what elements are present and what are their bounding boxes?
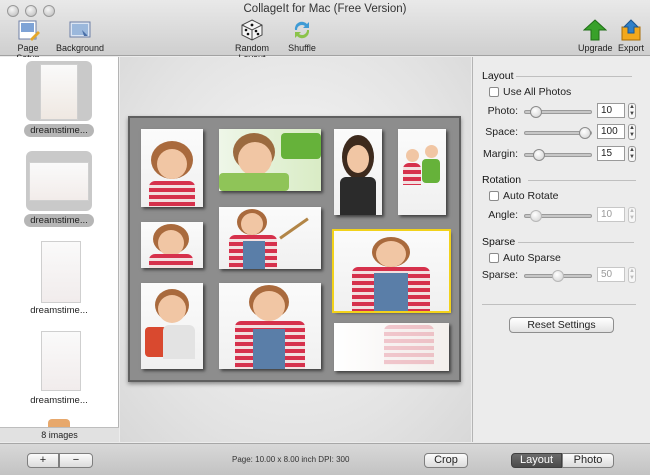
space-label: Space: bbox=[485, 126, 518, 138]
space-stepper[interactable]: ▲ ▼ bbox=[628, 124, 636, 140]
margin-field[interactable]: 15 bbox=[597, 146, 625, 161]
title-toolbar: CollageIt for Mac (Free Version) Page Se… bbox=[0, 0, 650, 63]
shuffle-button[interactable]: Shuffle bbox=[287, 19, 317, 53]
crop-button[interactable]: Crop bbox=[424, 453, 468, 468]
upgrade-label: Upgrade bbox=[578, 43, 613, 53]
collage-photo[interactable] bbox=[334, 323, 449, 371]
sparse-label: Sparse: bbox=[481, 269, 518, 281]
background-icon bbox=[68, 19, 92, 41]
background-label: Background bbox=[56, 43, 105, 53]
section-divider bbox=[518, 242, 634, 243]
thumbnail-frame bbox=[26, 61, 92, 121]
angle-field[interactable]: 10 bbox=[597, 207, 625, 222]
thumbnail-image bbox=[29, 162, 89, 201]
auto-sparse-label: Auto Sparse bbox=[503, 252, 561, 264]
thumbnail-frame bbox=[26, 241, 92, 303]
section-divider bbox=[516, 76, 632, 77]
margin-stepper[interactable]: ▲ ▼ bbox=[628, 146, 636, 162]
thumbnail-frame bbox=[26, 151, 92, 211]
collage-photo[interactable] bbox=[219, 283, 321, 369]
shuffle-icon bbox=[290, 19, 314, 41]
sparse-heading: Sparse bbox=[482, 236, 516, 248]
photo-thumbnail[interactable]: dreamstime... bbox=[24, 61, 94, 137]
upgrade-button[interactable]: Upgrade bbox=[578, 19, 613, 53]
collage-photo[interactable] bbox=[219, 129, 321, 191]
thumbnail-label: dreamstime... bbox=[30, 305, 88, 316]
tab-photo[interactable]: Photo bbox=[562, 453, 614, 468]
space-field[interactable]: 100 bbox=[597, 124, 625, 139]
sparse-slider[interactable] bbox=[524, 270, 592, 282]
auto-sparse-checkbox[interactable] bbox=[489, 253, 499, 263]
tab-layout[interactable]: Layout bbox=[511, 453, 562, 468]
thumbnail-label: dreamstime... bbox=[24, 124, 94, 137]
section-divider bbox=[528, 180, 636, 181]
photo-slider[interactable] bbox=[524, 106, 592, 118]
export-label: Export bbox=[617, 43, 644, 53]
photo-thumbnail[interactable]: dreamstime... bbox=[24, 331, 94, 407]
collage-photo[interactable] bbox=[141, 283, 203, 369]
collage-photo-selected[interactable] bbox=[332, 229, 451, 313]
use-all-photos-checkbox[interactable] bbox=[489, 87, 499, 97]
reset-settings-button[interactable]: Reset Settings bbox=[509, 317, 614, 333]
rotation-heading: Rotation bbox=[482, 174, 522, 186]
thumbnail-label: dreamstime... bbox=[24, 214, 94, 227]
photo-thumbnail[interactable]: dreamstime... bbox=[24, 151, 94, 227]
sparse-stepper[interactable]: ▲ ▼ bbox=[628, 267, 636, 283]
photo-list-sidebar[interactable]: dreamstime... dreamstime... dreamstime..… bbox=[0, 57, 119, 442]
thumbnail-label: dreamstime... bbox=[30, 395, 88, 406]
section-divider bbox=[482, 304, 636, 305]
dice-icon bbox=[240, 19, 264, 41]
layout-heading: Layout bbox=[482, 70, 514, 82]
window-title: CollageIt for Mac (Free Version) bbox=[243, 3, 407, 15]
angle-label: Angle: bbox=[488, 209, 518, 221]
thumbnail-image bbox=[41, 331, 81, 391]
thumbnail-frame bbox=[26, 331, 92, 391]
thumbnail-image bbox=[41, 241, 81, 303]
thumbnail-image bbox=[48, 419, 70, 427]
collage-canvas[interactable] bbox=[128, 116, 461, 382]
sparse-slider-knob[interactable] bbox=[552, 270, 564, 282]
remove-photo-button[interactable]: − bbox=[59, 453, 93, 468]
space-slider[interactable] bbox=[524, 127, 592, 139]
shuffle-label: Shuffle bbox=[288, 43, 316, 53]
export-icon bbox=[619, 19, 643, 41]
sparse-field[interactable]: 50 bbox=[597, 267, 625, 282]
background-button[interactable]: Background bbox=[56, 19, 104, 53]
margin-slider[interactable] bbox=[524, 149, 592, 161]
thumbnail-image bbox=[40, 64, 78, 120]
auto-rotate-label: Auto Rotate bbox=[503, 190, 559, 202]
collage-photo[interactable] bbox=[219, 207, 321, 269]
page-setup-icon bbox=[16, 19, 40, 41]
angle-stepper[interactable]: ▲ ▼ bbox=[628, 207, 636, 223]
collage-photo[interactable] bbox=[398, 129, 446, 215]
add-photo-button[interactable]: + bbox=[27, 453, 59, 468]
image-count: 8 images bbox=[0, 427, 119, 442]
collage-photo[interactable] bbox=[334, 129, 382, 215]
photo-stepper[interactable]: ▲ ▼ bbox=[628, 103, 636, 119]
margin-slider-knob[interactable] bbox=[533, 149, 546, 161]
photo-label: Photo: bbox=[487, 105, 518, 117]
photo-thumbnail[interactable]: dreamstime... bbox=[24, 241, 94, 317]
collage-photo[interactable] bbox=[141, 129, 203, 207]
angle-slider[interactable] bbox=[524, 210, 592, 222]
margin-label: Margin: bbox=[482, 148, 518, 160]
page-info: Page: 10.00 x 8.00 inch DPI: 300 bbox=[232, 455, 350, 464]
collage-photo[interactable] bbox=[141, 222, 203, 268]
space-slider-knob[interactable] bbox=[579, 127, 591, 139]
photo-count-field[interactable]: 10 bbox=[597, 103, 625, 118]
use-all-photos-label: Use All Photos bbox=[503, 86, 572, 98]
photo-thumbnail[interactable] bbox=[24, 419, 94, 427]
export-button[interactable]: Export bbox=[616, 19, 646, 53]
upgrade-arrow-icon bbox=[582, 19, 608, 41]
auto-rotate-checkbox[interactable] bbox=[489, 191, 499, 201]
